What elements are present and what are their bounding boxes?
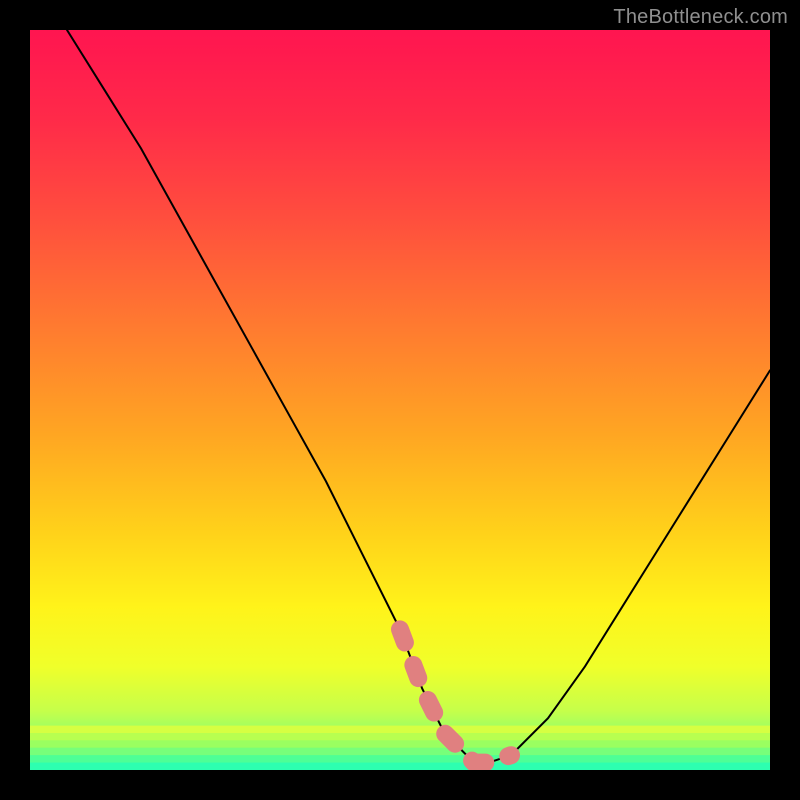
chart-plot-area [30, 30, 770, 770]
watermark-text: TheBottleneck.com [613, 6, 788, 29]
gradient-bottom-bands [30, 726, 770, 770]
chart-svg [30, 30, 770, 770]
chart-background [30, 30, 770, 770]
